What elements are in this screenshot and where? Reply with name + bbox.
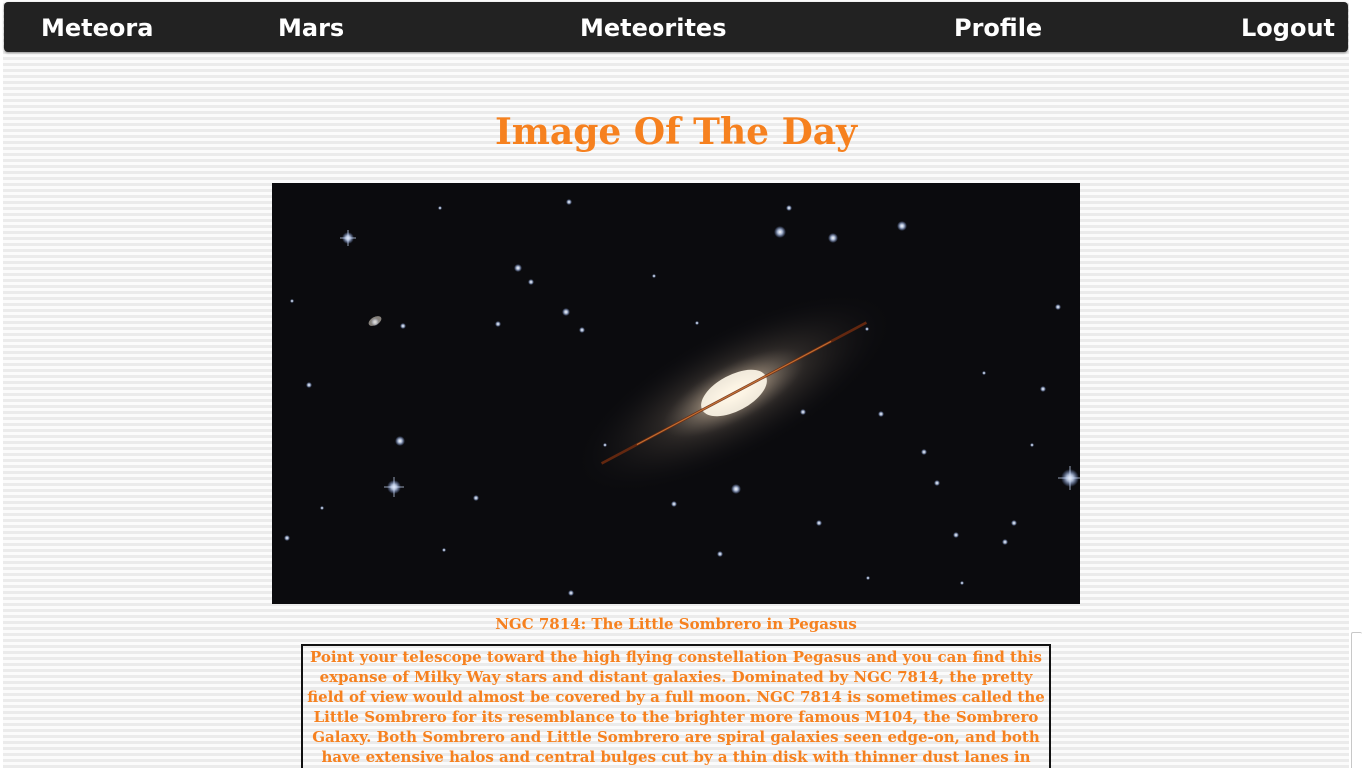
top-navbar: Meteora Mars Meteorites Profile Logout (4, 2, 1348, 52)
nav-link-profile[interactable]: Profile (954, 2, 1042, 52)
nav-link-logout[interactable]: Logout (1241, 2, 1335, 52)
page-title: Image Of The Day (494, 111, 858, 153)
scrollbar-thumb[interactable] (1351, 632, 1362, 768)
image-explanation: Point your telescope toward the high fly… (301, 644, 1051, 768)
nav-brand-meteora[interactable]: Meteora (41, 2, 153, 52)
image-caption: NGC 7814: The Little Sombrero in Pegasus (495, 615, 857, 633)
nav-link-meteorites[interactable]: Meteorites (580, 2, 727, 52)
image-of-the-day (272, 183, 1080, 604)
nav-link-mars[interactable]: Mars (278, 2, 344, 52)
